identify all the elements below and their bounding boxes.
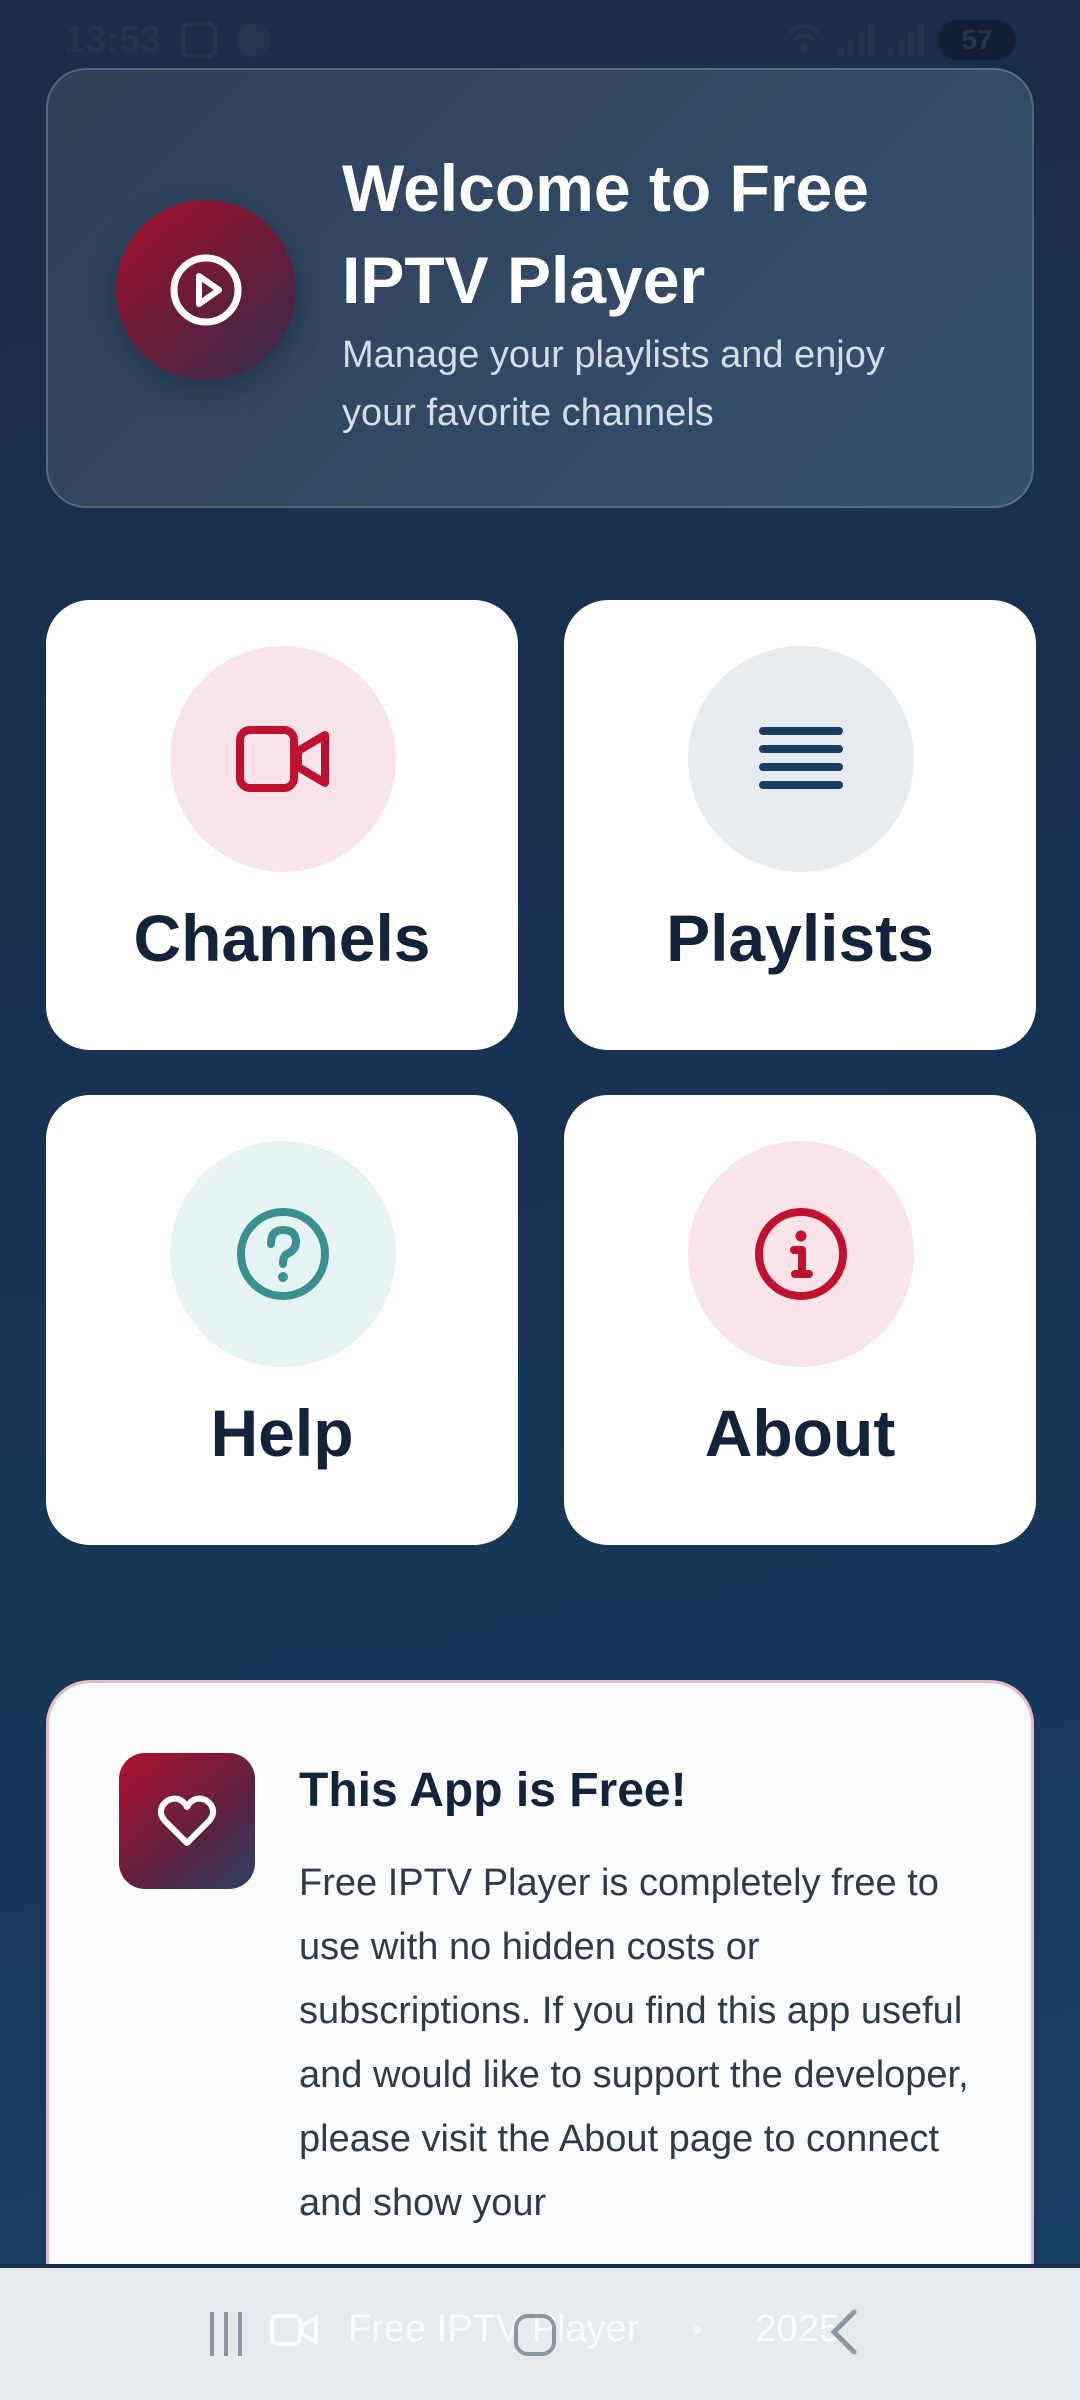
welcome-subtitle: Manage your playlists and enjoy your fav…: [342, 334, 885, 434]
video-camera-icon: [270, 2313, 318, 2346]
about-tile[interactable]: About: [564, 1095, 1036, 1545]
info-circle-icon: [755, 1208, 847, 1300]
playlists-tile[interactable]: Playlists: [564, 600, 1036, 1050]
help-icon-circle: [170, 1141, 396, 1367]
playlists-icon-circle: [688, 646, 914, 872]
status-time: 13:53: [64, 18, 162, 61]
channels-label: Channels: [133, 901, 431, 975]
screenshot-icon: [181, 22, 218, 58]
welcome-title: Welcome to Free IPTV Player: [342, 151, 869, 317]
home-button[interactable]: [514, 2314, 556, 2356]
about-label: About: [704, 1396, 896, 1470]
help-circle-icon: [237, 1208, 329, 1300]
video-camera-icon: [236, 726, 329, 792]
about-icon-circle: [688, 1141, 914, 1367]
system-navigation-bar: Free IPTV Player 2025: [0, 2264, 1080, 2400]
welcome-card: Welcome to Free IPTV Player Manage your …: [46, 68, 1034, 508]
status-right: 57: [784, 20, 1016, 60]
heart-icon-box: [119, 1753, 255, 1889]
help-tile[interactable]: Help: [46, 1095, 518, 1545]
status-left: 13:53: [64, 18, 272, 62]
free-app-card: This App is Free! Free IPTV Player is co…: [46, 1680, 1034, 2280]
list-icon: [759, 727, 843, 789]
wifi-icon: [784, 21, 824, 60]
channels-tile[interactable]: Channels: [46, 600, 518, 1050]
free-card-body: Free IPTV Player is completely free to u…: [299, 1862, 969, 2224]
recents-button[interactable]: [210, 2312, 258, 2360]
play-circle-icon: [116, 200, 296, 380]
back-button[interactable]: [822, 2308, 870, 2356]
back-arrow-icon: [830, 2309, 857, 2355]
signal-icon-2: [888, 23, 924, 57]
heart-icon: [157, 1795, 217, 1846]
free-card-title: This App is Free!: [299, 1764, 687, 1817]
signal-icon: [838, 23, 874, 57]
footer-separator: [693, 2325, 702, 2334]
channels-icon-circle: [170, 646, 396, 872]
playlists-label: Playlists: [666, 901, 934, 975]
help-label: Help: [210, 1396, 354, 1470]
footer-app-name: Free IPTV Player: [348, 2308, 640, 2350]
app-notification-icon: [237, 23, 272, 57]
battery-indicator: 57: [938, 20, 1016, 60]
